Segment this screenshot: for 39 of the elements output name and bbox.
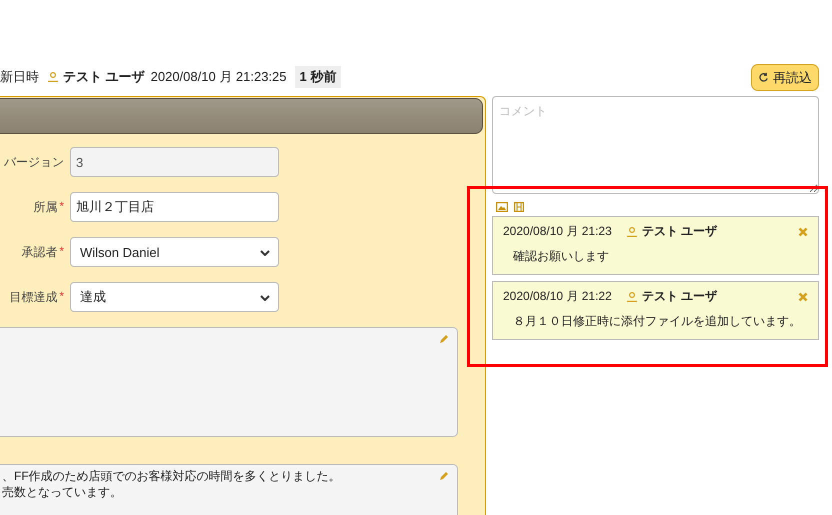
pencil-icon (439, 334, 449, 344)
text-area[interactable] (0, 327, 458, 437)
comment-author: テスト ユーザ (642, 223, 718, 240)
required-mark: * (59, 198, 64, 214)
delete-icon[interactable] (798, 226, 808, 236)
field-label: バージョン (4, 154, 64, 170)
text-line: 、FF作成のため店頭でのお客様対応の時間を多くとりました。 (2, 468, 341, 484)
relative-time-badge: 1 秒前 (294, 66, 342, 88)
required-mark: * (59, 288, 64, 304)
user-icon (626, 292, 638, 302)
text-area[interactable]: 、FF作成のため店頭でのお客様対応の時間を多くとりました。 売数となっています。 (0, 464, 458, 515)
comment-field[interactable]: コメント (492, 96, 819, 194)
comment-author: テスト ユーザ (642, 288, 718, 305)
text-line: 売数となっています。 (2, 484, 122, 500)
pencil-icon (439, 471, 449, 481)
film-icon[interactable] (514, 202, 524, 212)
required-mark: * (59, 244, 64, 260)
version-field: 3 (70, 147, 279, 177)
comment-time: 2020/08/10 月 21:22 (503, 288, 612, 305)
comment-time: 2020/08/10 月 21:23 (503, 223, 612, 240)
select-dropdown[interactable]: 達成 (70, 282, 279, 312)
field-label: 承認者 (21, 244, 58, 260)
comment-text: 確認お願いします (512, 248, 610, 265)
user-icon (47, 72, 59, 82)
image-icon[interactable] (496, 202, 508, 212)
select-dropdown[interactable]: Wilson Daniel (70, 237, 279, 267)
chevron-down-icon (260, 295, 270, 301)
field-label: 所属 (33, 198, 58, 216)
refresh-icon (758, 72, 769, 83)
comment-text: ８月１０日修正時に添付ファイルを追加しています。 (512, 313, 802, 330)
text-field[interactable]: 旭川２丁目店 (70, 192, 279, 222)
user-icon (626, 226, 638, 236)
reload-button[interactable]: 再読込 (751, 64, 819, 91)
updated-timestamp: 2020/08/10 月 21:23:25 (150, 68, 287, 86)
delete-icon[interactable] (798, 292, 808, 302)
user-name: テスト ユーザ (63, 68, 145, 86)
updated-label: 新日時 (0, 68, 39, 86)
chevron-down-icon (260, 250, 270, 256)
field-label: 目標達成 (9, 288, 58, 306)
